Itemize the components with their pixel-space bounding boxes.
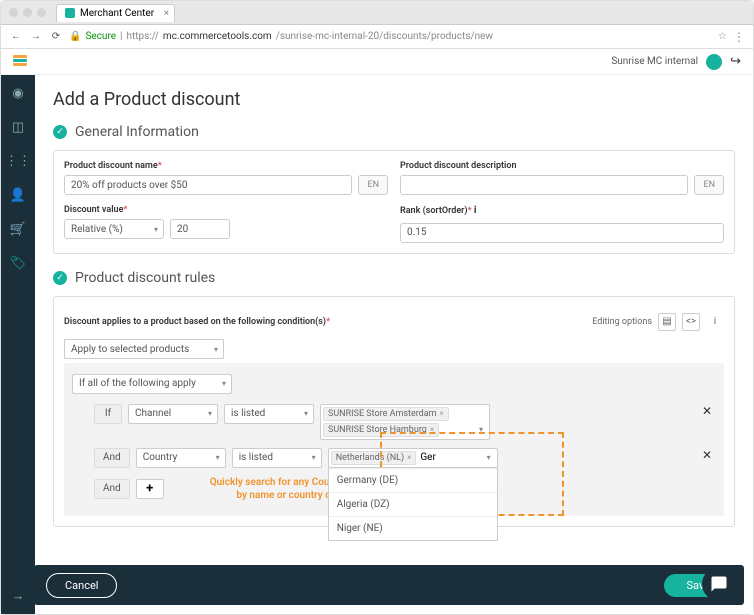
sidebar-discounts-icon[interactable]: 🏷	[10, 255, 26, 271]
chat-widget-icon[interactable]	[702, 567, 736, 601]
remove-condition-icon[interactable]: ✕	[698, 404, 716, 418]
maximize-window-icon[interactable]	[37, 8, 46, 17]
condition-row: If Channel is listed SUNRISE Store Amste…	[94, 404, 716, 440]
add-condition-button[interactable]: +	[136, 479, 164, 499]
desc-lang-button[interactable]: EN	[694, 175, 724, 195]
sidebar-expand-icon[interactable]: →	[10, 588, 26, 604]
discount-value-label: Discount value*	[64, 205, 388, 215]
editing-options-label: Editing options	[592, 317, 652, 327]
footer-bar: Cancel Save	[34, 565, 744, 605]
page-title: Add a Product discount	[53, 89, 735, 110]
value-tag: Netherlands (NL)×	[331, 451, 417, 465]
condition-value-box[interactable]: Netherlands (NL)× ▾ Germany (DE) Algeria…	[328, 448, 498, 468]
minimize-window-icon[interactable]	[23, 8, 32, 17]
condition-field-select[interactable]: Channel	[128, 404, 218, 424]
project-name: Sunrise MC internal	[611, 56, 698, 67]
hint-text: Quickly search for any Countryby name or…	[210, 476, 347, 502]
sidebar-customers-icon[interactable]: 👤	[10, 187, 26, 203]
value-tag: SUNRISE Store Amsterdam×	[323, 407, 449, 421]
chevron-down-icon[interactable]: ▾	[479, 425, 487, 434]
dropdown-option[interactable]: Germany (DE)	[329, 468, 497, 492]
country-dropdown: Germany (DE) Algeria (DZ) Niger (NE)	[328, 468, 498, 541]
close-tab-icon[interactable]: ×	[164, 8, 169, 19]
forward-button[interactable]: →	[29, 30, 43, 44]
condition-value-box[interactable]: SUNRISE Store Amsterdam× SUNRISE Store H…	[320, 404, 490, 440]
rank-label: Rank (sortOrder)* i	[400, 205, 724, 216]
bookmark-icon[interactable]: ☆	[718, 31, 727, 42]
sidebar-orders-icon[interactable]: 🛒	[10, 221, 26, 237]
condition-operator-select[interactable]: is listed	[224, 404, 314, 424]
browser-titlebar: Merchant Center ×	[1, 1, 753, 25]
name-input[interactable]	[64, 175, 352, 195]
value-tag: SUNRISE Store Hamburg×	[323, 423, 439, 437]
name-lang-button[interactable]: EN	[358, 175, 388, 195]
section-rules-icon: ✓	[53, 271, 67, 285]
window-controls[interactable]	[9, 8, 46, 17]
browser-menu-icon[interactable]: ⋮	[733, 30, 745, 44]
main-content: Add a Product discount ✓ General Informa…	[35, 75, 753, 614]
browser-tab[interactable]: Merchant Center ×	[56, 4, 175, 22]
avatar[interactable]	[706, 54, 722, 70]
sidebar-dashboard-icon[interactable]: ◉	[10, 85, 26, 101]
name-label: Product discount name*	[64, 161, 388, 171]
cancel-button[interactable]: Cancel	[46, 573, 117, 598]
sidebar-categories-icon[interactable]: ⋮⋮	[10, 153, 26, 169]
country-search-input[interactable]	[418, 451, 448, 464]
section-general-title: General Information	[75, 124, 199, 140]
url-domain: mc.commercetools.com	[163, 31, 272, 42]
tag-remove-icon[interactable]: ×	[440, 409, 444, 418]
url-field[interactable]: 🔒 Secure | https://mc.commercetools.com/…	[69, 31, 712, 42]
sidebar: ◉ ◫ ⋮⋮ 👤 🛒 🏷 →	[1, 75, 35, 614]
apply-scope-select[interactable]: Apply to selected products	[64, 339, 224, 359]
discount-number-input[interactable]	[170, 219, 230, 239]
condition-chip-if: If	[94, 404, 122, 424]
chevron-down-icon[interactable]: ▾	[487, 453, 495, 462]
remove-condition-icon[interactable]: ✕	[698, 448, 716, 462]
condition-row: And Country is listed Netherlands (NL)× …	[94, 448, 716, 468]
condition-field-select[interactable]: Country	[136, 448, 226, 468]
sidebar-products-icon[interactable]: ◫	[10, 119, 26, 135]
dropdown-option[interactable]: Algeria (DZ)	[329, 492, 497, 516]
condition-operator-select[interactable]: is listed	[232, 448, 322, 468]
url-path: /sunrise-mc-internal-20/discounts/produc…	[276, 31, 493, 42]
desc-input[interactable]	[400, 175, 688, 195]
section-rules-title: Product discount rules	[75, 270, 215, 286]
app-logo-icon[interactable]	[13, 55, 27, 69]
back-button[interactable]: ←	[9, 30, 23, 44]
app-topbar: Sunrise MC internal ↪	[1, 49, 753, 75]
condition-chip-and: And	[94, 479, 130, 499]
browser-addressbar: ← → ⟳ 🔒 Secure | https://mc.commercetool…	[1, 25, 753, 49]
logic-select[interactable]: If all of the following apply	[72, 374, 232, 394]
editing-option-info-icon[interactable]: i	[706, 313, 724, 331]
close-window-icon[interactable]	[9, 8, 18, 17]
tab-favicon-icon	[65, 8, 75, 18]
rank-info-icon[interactable]: i	[474, 205, 477, 216]
tag-remove-icon[interactable]: ×	[407, 453, 411, 462]
condition-chip-and: And	[94, 448, 130, 468]
section-general-icon: ✓	[53, 125, 67, 139]
desc-label: Product discount description	[400, 161, 724, 171]
discount-type-select[interactable]: Relative (%)	[64, 219, 164, 239]
dropdown-option[interactable]: Niger (NE)	[329, 516, 497, 540]
editing-option-visual-icon[interactable]: ▤	[658, 313, 676, 331]
rank-input[interactable]	[400, 223, 724, 243]
applies-label: Discount applies to a product based on t…	[64, 317, 330, 327]
tag-remove-icon[interactable]: ×	[430, 425, 434, 434]
tab-title: Merchant Center	[80, 8, 154, 19]
logout-icon[interactable]: ↪	[730, 54, 741, 69]
secure-label: Secure	[85, 31, 116, 42]
editing-option-code-icon[interactable]: <>	[682, 313, 700, 331]
reload-button[interactable]: ⟳	[49, 30, 63, 44]
